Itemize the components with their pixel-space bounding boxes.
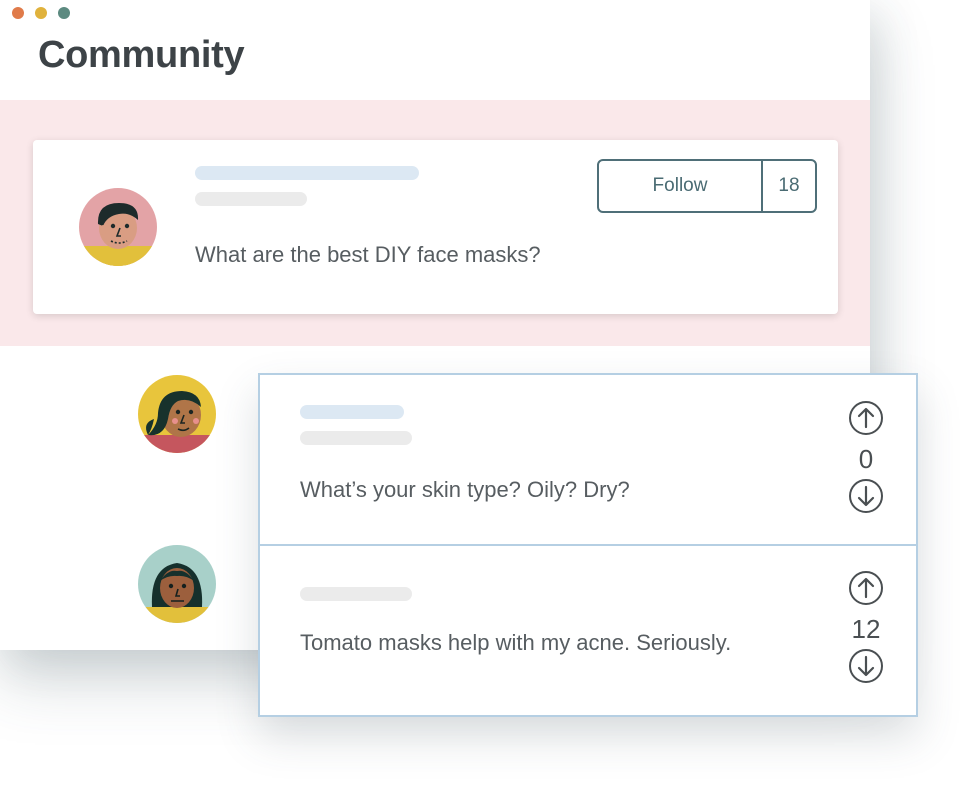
arrow-down-circle-icon[interactable] [848,478,884,514]
question-text: What are the best DIY face masks? [195,242,541,267]
author-avatar[interactable] [79,188,157,266]
reply-avatar-2[interactable] [138,545,216,623]
follow-label: Follow [599,161,763,211]
maximize-dot[interactable] [58,7,70,19]
vote-control: 12 [846,570,886,684]
vote-count: 12 [851,614,881,644]
reply-meta-placeholder [300,431,412,445]
woman-avatar-icon [138,545,216,623]
reply-author-placeholder [300,405,404,419]
arrow-up-circle-icon[interactable] [848,570,884,606]
replies-panel: What’s your skin type? Oily? Dry? 0 Toma… [258,373,918,717]
question-card: What are the best DIY face masks? Follow… [33,140,838,314]
reply-item: Tomato masks help with my acne. Seriousl… [260,546,916,715]
reply-item: What’s your skin type? Oily? Dry? 0 [260,375,916,544]
minimize-dot[interactable] [35,7,47,19]
woman-avatar-icon [138,375,216,453]
reply-text: Tomato masks help with my acne. Seriousl… [300,630,732,655]
page-title: Community [38,34,245,76]
vote-count: 0 [858,444,874,474]
follow-button[interactable]: Follow 18 [597,159,817,213]
follower-count: 18 [778,175,800,196]
reply-text: What’s your skin type? Oily? Dry? [300,477,630,502]
post-meta-placeholder [195,192,307,206]
vote-control: 0 [846,400,886,514]
close-dot[interactable] [12,7,24,19]
arrow-down-circle-icon[interactable] [848,648,884,684]
reply-author-placeholder [300,587,412,601]
reply-avatar-1[interactable] [138,375,216,453]
author-name-placeholder [195,166,419,180]
man-avatar-icon [79,188,157,266]
window-controls [12,7,70,19]
arrow-up-circle-icon[interactable] [848,400,884,436]
